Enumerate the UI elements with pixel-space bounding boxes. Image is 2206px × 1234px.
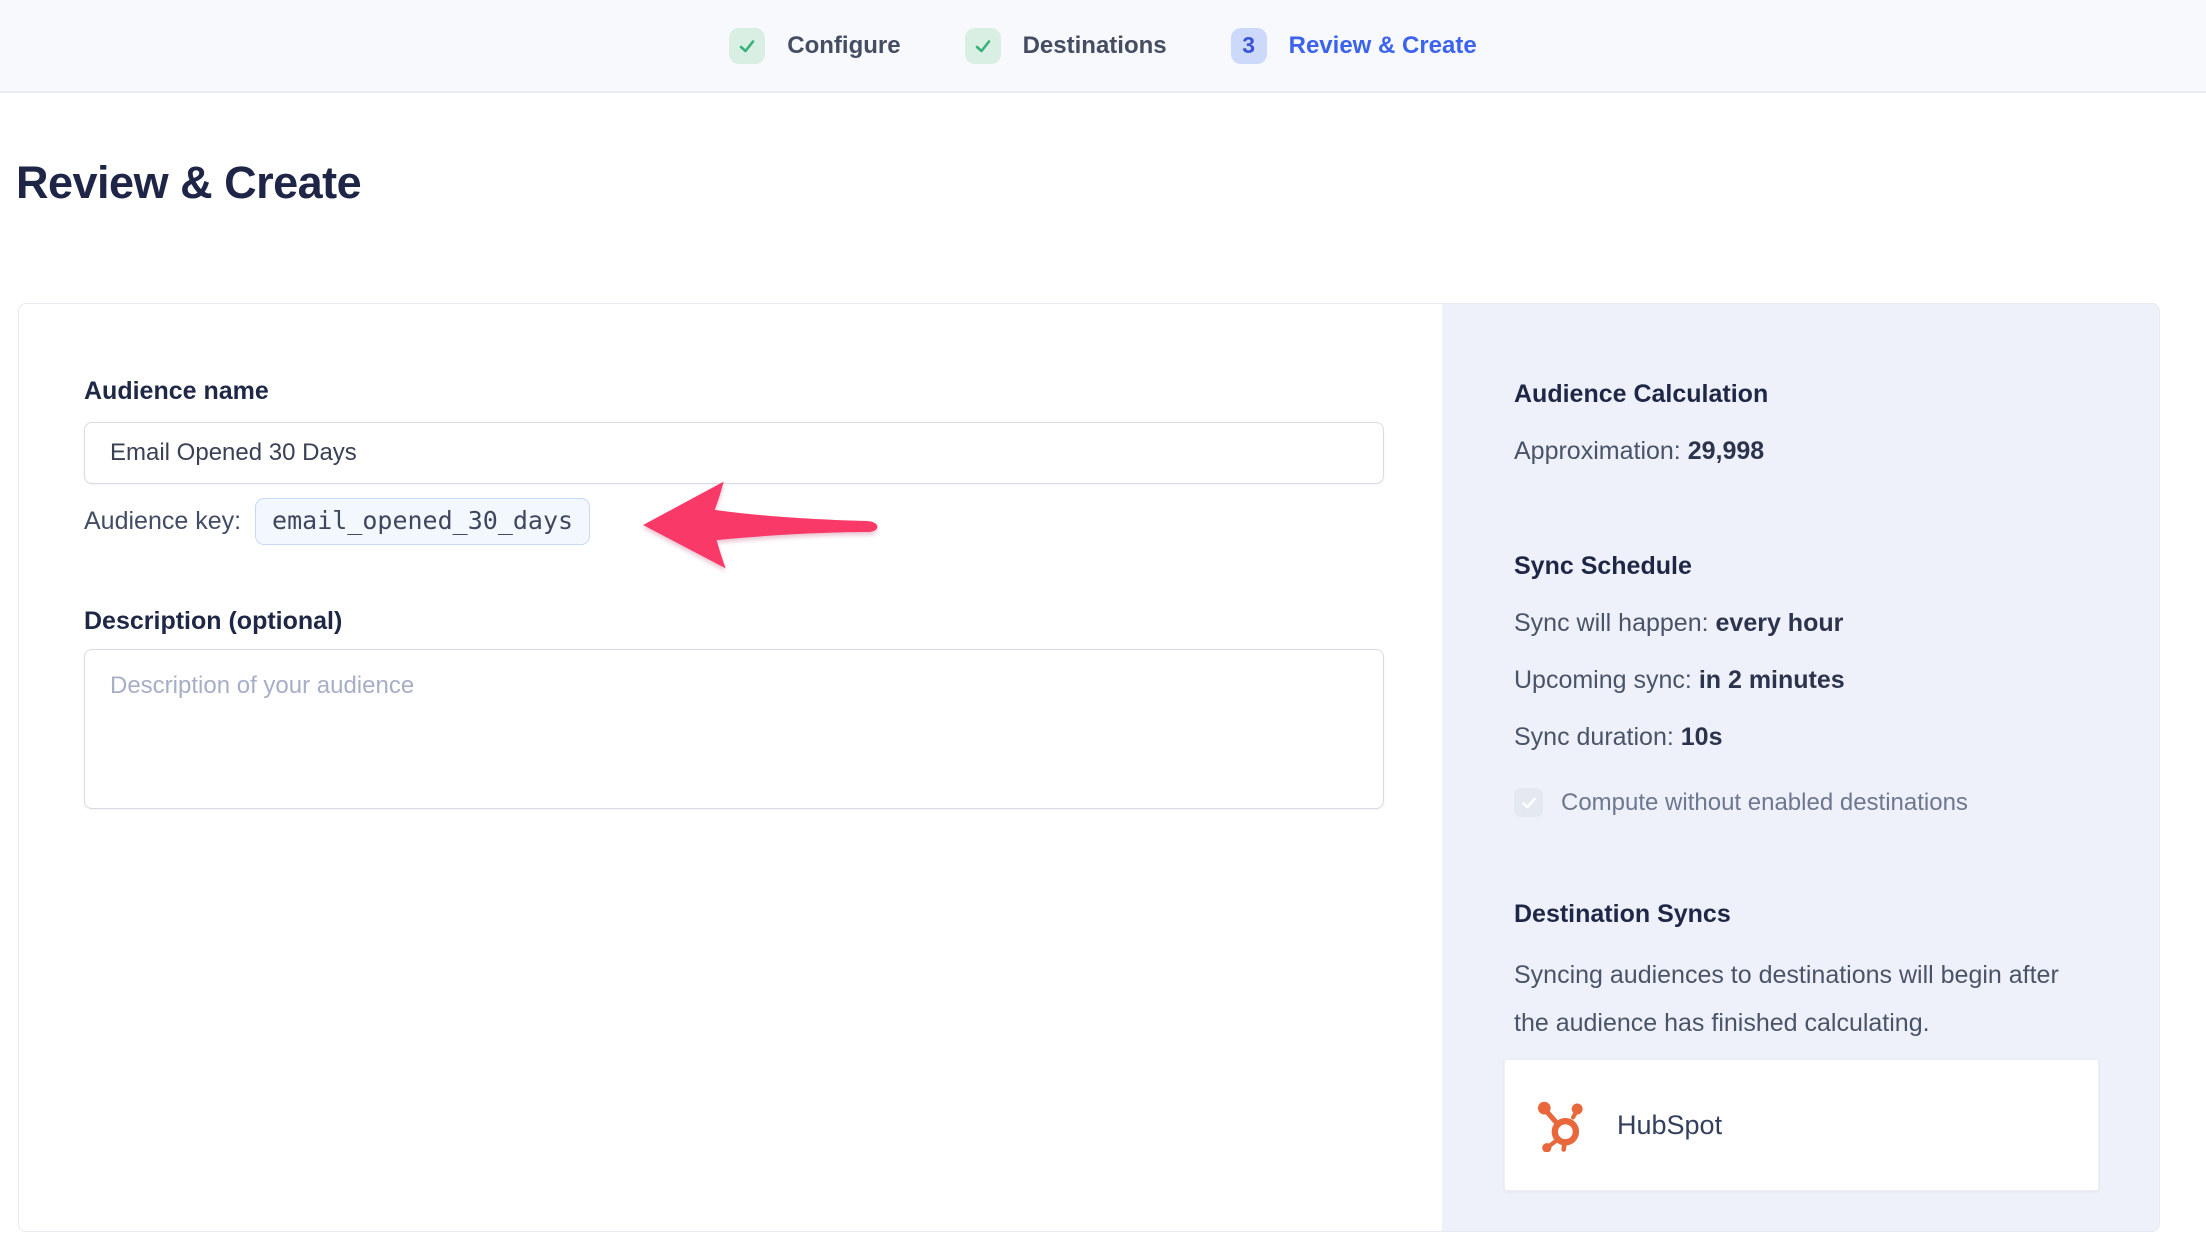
sync-schedule-heading: Sync Schedule	[1514, 551, 2099, 581]
audience-key-chip: email_opened_30_days	[255, 498, 590, 545]
wizard-stepper: Configure Destinations 3 Review & Create	[729, 28, 1476, 64]
step-label: Review & Create	[1289, 32, 1477, 60]
audience-name-input[interactable]	[84, 422, 1384, 484]
sync-row-value: in 2 minutes	[1699, 666, 1845, 694]
step-done-badge	[965, 28, 1001, 64]
page-title: Review & Create	[16, 157, 2206, 209]
description-textarea[interactable]	[84, 649, 1384, 809]
sync-row-label: Sync duration:	[1514, 723, 1674, 751]
check-icon	[1520, 794, 1538, 812]
summary-panel: Audience Calculation Approximation: 29,9…	[1442, 304, 2159, 1231]
audience-name-label: Audience name	[84, 376, 1442, 406]
compute-checkbox-label: Compute without enabled destinations	[1561, 789, 1968, 817]
step-destinations[interactable]: Destinations	[965, 28, 1167, 64]
approximation-label: Approximation:	[1514, 437, 1681, 465]
audience-calculation-heading: Audience Calculation	[1514, 379, 2099, 409]
approximation-value: 29,998	[1688, 437, 1764, 465]
audience-key-row: Audience key: email_opened_30_days	[84, 493, 1442, 549]
wizard-topbar: Configure Destinations 3 Review & Create	[0, 0, 2206, 93]
compute-checkbox[interactable]	[1514, 788, 1543, 817]
step-label: Destinations	[1023, 32, 1167, 60]
step-review-create[interactable]: 3 Review & Create	[1231, 28, 1477, 64]
destination-syncs-description: Syncing audiences to destinations will b…	[1514, 951, 2074, 1047]
destination-card-hubspot[interactable]: HubSpot	[1504, 1059, 2099, 1191]
sync-duration-row: Sync duration: 10s	[1514, 722, 2099, 752]
step-label: Configure	[787, 32, 900, 60]
sync-row-label: Upcoming sync:	[1514, 666, 1692, 694]
step-done-badge	[729, 28, 765, 64]
audience-form: Audience name Audience key: email_opened…	[19, 304, 1442, 1231]
upcoming-sync-row: Upcoming sync: in 2 minutes	[1514, 665, 2099, 695]
step-configure[interactable]: Configure	[729, 28, 900, 64]
step-number-badge: 3	[1231, 28, 1267, 64]
review-card: Audience name Audience key: email_opened…	[18, 303, 2160, 1232]
sync-row-label: Sync will happen:	[1514, 609, 1709, 637]
check-icon	[973, 36, 993, 56]
sync-row-value: every hour	[1716, 609, 1844, 637]
hubspot-sprocket-icon	[1535, 1098, 1589, 1152]
description-label: Description (optional)	[84, 606, 1442, 636]
compute-checkbox-row: Compute without enabled destinations	[1514, 788, 2099, 817]
sync-row-value: 10s	[1681, 723, 1723, 751]
sync-will-happen-row: Sync will happen: every hour	[1514, 608, 2099, 638]
audience-key-label: Audience key:	[84, 507, 241, 536]
check-icon	[737, 36, 757, 56]
destination-name: HubSpot	[1617, 1110, 1722, 1141]
destination-syncs-heading: Destination Syncs	[1514, 899, 2099, 929]
approximation-row: Approximation: 29,998	[1514, 436, 2099, 466]
